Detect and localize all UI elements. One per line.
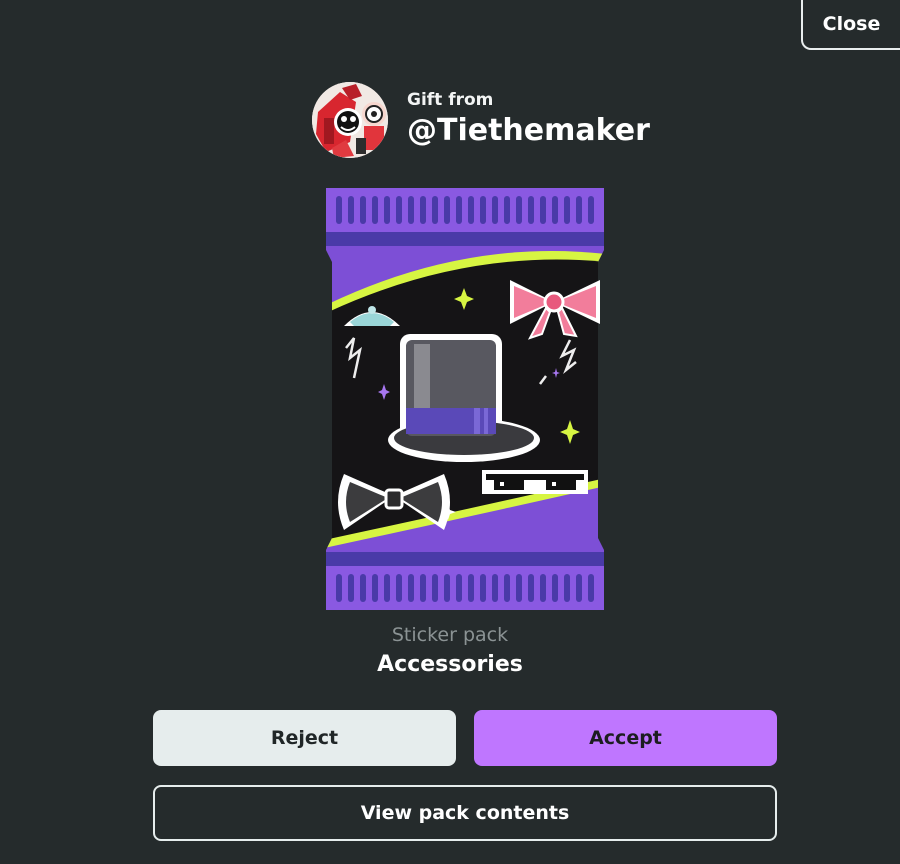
pixel-sunglasses-sticker bbox=[482, 470, 588, 494]
pack-name: Accessories bbox=[377, 652, 523, 677]
close-button[interactable]: Close bbox=[801, 0, 900, 50]
accept-button[interactable]: Accept bbox=[474, 710, 777, 766]
sender-avatar bbox=[312, 82, 388, 158]
gift-from-label: Gift from bbox=[407, 90, 494, 110]
sticker-pack-image bbox=[324, 188, 606, 610]
reject-button[interactable]: Reject bbox=[153, 710, 456, 766]
pack-type-label: Sticker pack bbox=[391, 624, 509, 646]
view-pack-contents-button[interactable]: View pack contents bbox=[153, 785, 777, 841]
sender-username[interactable]: @Tiethemaker bbox=[407, 111, 650, 151]
gift-sender: Gift from @Tiethemaker bbox=[312, 82, 650, 158]
